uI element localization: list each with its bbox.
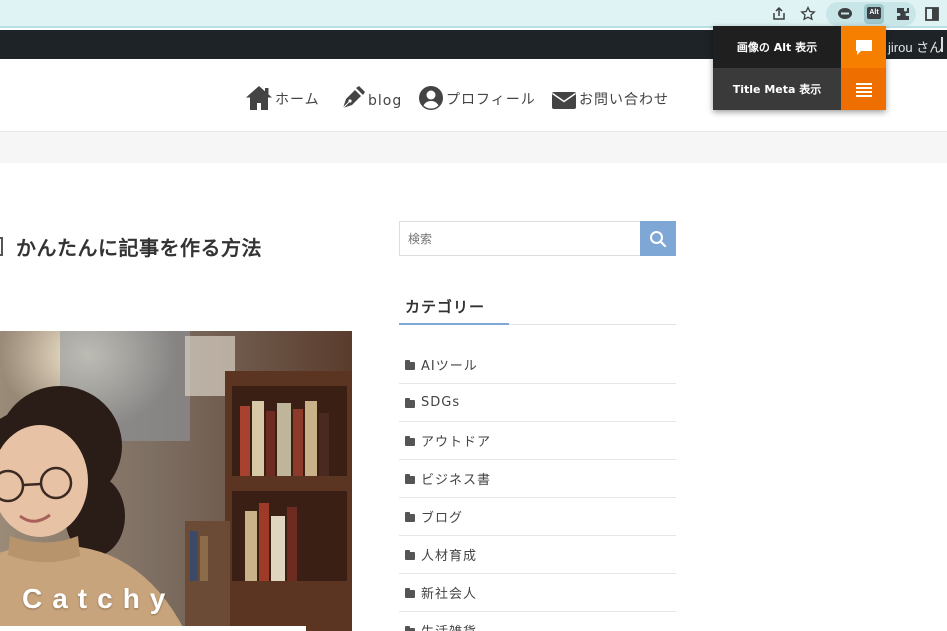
- nav-item-profile[interactable]: プロフィール: [418, 81, 536, 111]
- share-icon[interactable]: [769, 4, 789, 24]
- hero-image[interactable]: Catchy: [0, 331, 352, 631]
- home-icon: [246, 86, 272, 110]
- browser-toolbar: Alt: [0, 0, 947, 28]
- alt-extension-popup: 画像の Alt 表示 Title Meta 表示: [713, 26, 886, 110]
- alt-badge: Alt: [867, 7, 881, 19]
- list-lines-icon: [841, 68, 886, 110]
- folder-icon: [405, 435, 415, 446]
- category-label: ブログ: [421, 511, 464, 526]
- folder-icon: [405, 587, 415, 598]
- category-label: 新社会人: [421, 587, 478, 602]
- category-item[interactable]: ブログ: [399, 498, 676, 536]
- category-label: 人材育成: [421, 549, 478, 564]
- title-bracket-glyph: [0, 237, 3, 256]
- user-circle-icon: [419, 86, 443, 110]
- category-item[interactable]: 新社会人: [399, 574, 676, 612]
- show-alt-label: 画像の Alt 表示: [713, 26, 841, 68]
- bookmark-star-icon[interactable]: [798, 4, 818, 24]
- pen-icon: [342, 86, 365, 109]
- categories-divider-accent: [399, 323, 509, 325]
- breadcrumb-strip: [0, 132, 947, 163]
- category-label: ビジネス書: [421, 473, 492, 488]
- nav-item-home[interactable]: ホーム: [245, 81, 320, 111]
- search-button[interactable]: [640, 221, 676, 256]
- article-title[interactable]: かんたんに記事を作る方法: [16, 232, 262, 261]
- category-item[interactable]: 生活雑貨: [399, 612, 676, 631]
- category-item[interactable]: 人材育成: [399, 536, 676, 574]
- admin-user-greeting[interactable]: jirou さん: [888, 37, 942, 56]
- folder-icon: [405, 625, 415, 631]
- hero-overlay-bar: [0, 626, 306, 631]
- category-item[interactable]: SDGs: [399, 384, 676, 422]
- category-label: AIツール: [421, 359, 478, 374]
- category-item[interactable]: AIツール: [399, 346, 676, 384]
- puzzle-icon[interactable]: [893, 4, 913, 24]
- folder-icon: [405, 511, 415, 522]
- sidepanel-icon[interactable]: [922, 4, 942, 24]
- nav-item-contact[interactable]: お問い合わせ: [551, 81, 669, 111]
- avatar[interactable]: [941, 37, 943, 52]
- nav-label-contact: お問い合わせ: [579, 92, 669, 108]
- show-title-meta-label: Title Meta 表示: [713, 68, 841, 110]
- search-input[interactable]: [399, 221, 640, 256]
- speech-bubble-icon: [841, 26, 886, 68]
- category-item[interactable]: ビジネス書: [399, 460, 676, 498]
- category-label: SDGs: [421, 395, 461, 410]
- folder-icon: [405, 549, 415, 560]
- nav-label-profile: プロフィール: [446, 92, 536, 108]
- folder-icon: [405, 473, 415, 484]
- category-item[interactable]: アウトドア: [399, 422, 676, 460]
- folder-icon: [405, 397, 415, 408]
- nav-label-blog: blog: [368, 93, 403, 109]
- nav-item-blog[interactable]: blog: [340, 81, 402, 111]
- search-icon: [650, 230, 667, 247]
- category-label: アウトドア: [421, 435, 492, 450]
- line-extension-icon[interactable]: [835, 4, 855, 24]
- category-list: AIツール SDGs アウトドア ビジネス書 ブログ 人材育成 新社会人 生活雑…: [399, 346, 676, 631]
- folder-icon: [405, 359, 415, 370]
- show-title-meta-button[interactable]: Title Meta 表示: [713, 68, 886, 110]
- hero-caption: Catchy: [22, 583, 176, 614]
- nav-label-home: ホーム: [275, 92, 320, 108]
- category-label: 生活雑貨: [421, 621, 477, 631]
- show-alt-button[interactable]: 画像の Alt 表示: [713, 26, 886, 68]
- envelope-icon: [552, 92, 576, 109]
- alt-extension-icon[interactable]: Alt: [864, 4, 884, 24]
- categories-heading: カテゴリー: [405, 298, 486, 316]
